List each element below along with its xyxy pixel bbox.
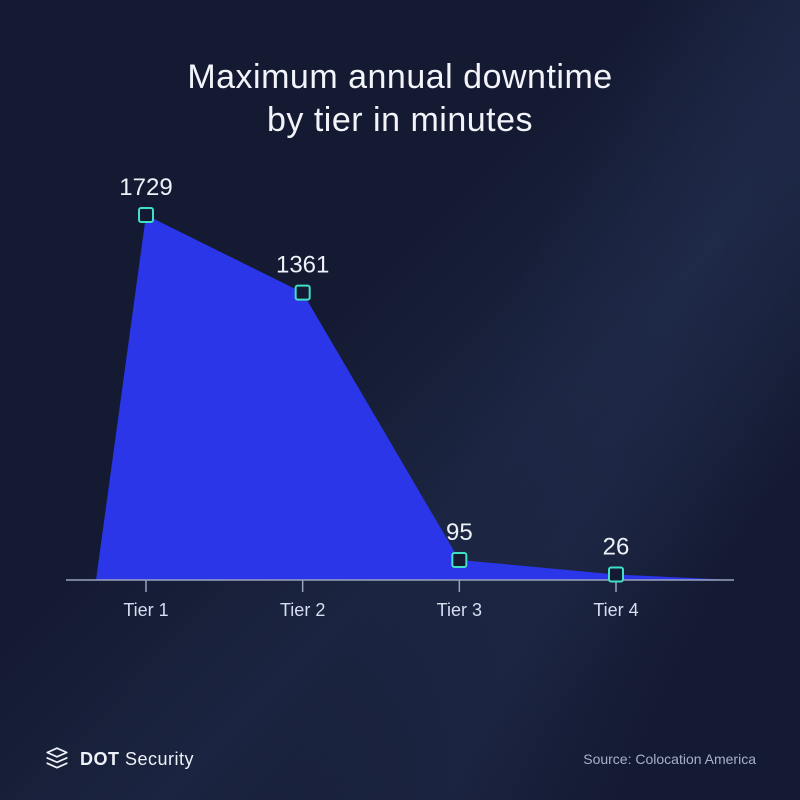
x-tick-label: Tier 2 bbox=[280, 600, 325, 620]
data-marker bbox=[609, 568, 623, 582]
brand-part-2: Security bbox=[125, 749, 194, 769]
footer: DOT Security Source: Colocation America bbox=[0, 746, 800, 772]
data-marker bbox=[296, 286, 310, 300]
data-label: 95 bbox=[446, 519, 473, 546]
brand-part-1: DOT bbox=[80, 749, 120, 769]
x-tick-label: Tier 3 bbox=[437, 600, 482, 620]
x-tick-label: Tier 4 bbox=[593, 600, 638, 620]
area-chart: Tier 1 1729 Tier 2 1361 Tier 3 95 Tier 4 26 bbox=[56, 170, 744, 630]
brand-text: DOT Security bbox=[80, 749, 194, 770]
data-label: 1729 bbox=[119, 174, 172, 201]
x-tick-label: Tier 1 bbox=[123, 600, 168, 620]
source-label: Source: Colocation America bbox=[583, 751, 756, 767]
title-line-2: by tier in minutes bbox=[267, 101, 533, 139]
area-fill bbox=[96, 215, 734, 580]
stack-icon bbox=[44, 746, 70, 772]
data-marker bbox=[452, 553, 466, 567]
data-label: 1361 bbox=[276, 252, 329, 279]
data-label: 26 bbox=[603, 534, 630, 561]
title-line-1: Maximum annual downtime bbox=[187, 58, 612, 96]
chart-title: Maximum annual downtime by tier in minut… bbox=[0, 0, 800, 141]
data-marker bbox=[139, 208, 153, 222]
chart-area: Tier 1 1729 Tier 2 1361 Tier 3 95 Tier 4 26 bbox=[56, 170, 744, 630]
brand-logo: DOT Security bbox=[44, 746, 194, 772]
